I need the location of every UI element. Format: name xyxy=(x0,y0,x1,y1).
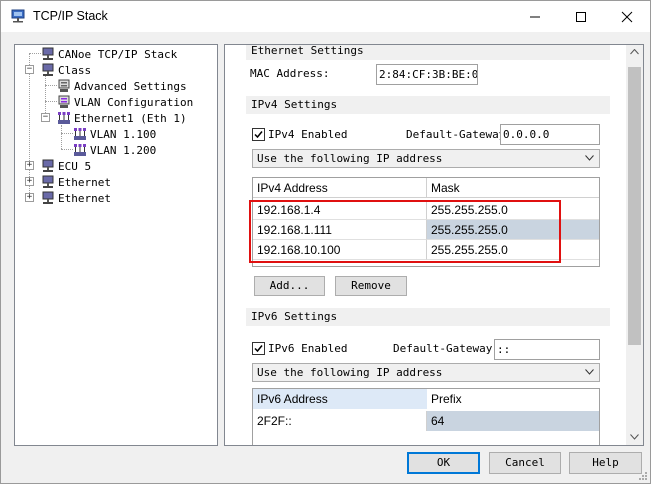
column-header-prefix[interactable]: Prefix xyxy=(427,389,599,409)
table-header-row: IPv6 Address Prefix xyxy=(253,389,599,409)
expand-ethernet-2-icon[interactable]: + xyxy=(25,193,34,202)
prefix-cell[interactable]: 64 xyxy=(427,411,599,431)
settings-icon xyxy=(58,79,70,92)
tree-label: Advanced Settings xyxy=(74,79,187,93)
scrollbar-thumb[interactable] xyxy=(628,67,641,345)
checkmark-icon xyxy=(254,345,263,353)
tree-label: VLAN 1.200 xyxy=(90,143,157,157)
tree-node-vlan-1-200[interactable]: VLAN 1.200 xyxy=(73,142,156,158)
add-button[interactable]: Add... xyxy=(254,276,325,296)
table-row[interactable]: 2F2F:: 64 xyxy=(253,411,599,431)
ethernet-settings-header: Ethernet Settings xyxy=(246,45,610,60)
collapse-class-icon[interactable]: − xyxy=(25,65,34,74)
tree-label: CANoe TCP/IP Stack xyxy=(58,47,178,61)
tree-node-advanced-settings[interactable]: Advanced Settings xyxy=(57,78,187,94)
close-icon xyxy=(621,11,633,22)
mac-address-field[interactable]: 2:84:CF:3B:BE:03 xyxy=(376,64,478,85)
computer-icon xyxy=(42,175,54,188)
highlight-box xyxy=(249,200,561,263)
tree-label: Ethernet1 (Eth 1) xyxy=(74,111,187,125)
ipv6-enabled-checkbox[interactable] xyxy=(252,342,265,355)
ipv6-address-cell[interactable]: 2F2F:: xyxy=(253,411,427,431)
tree-label: ECU 5 xyxy=(58,159,92,173)
computer-icon xyxy=(42,47,54,60)
tree-node-ethernet[interactable]: Ethernet xyxy=(41,174,111,190)
network-app-icon xyxy=(11,9,25,23)
computer-icon xyxy=(42,191,54,204)
column-header-ipv6-address[interactable]: IPv6 Address xyxy=(253,389,427,409)
tree-node-ethernet-2[interactable]: Ethernet xyxy=(41,190,111,206)
ipv4-mode-value: Use the following IP address xyxy=(257,152,443,165)
ok-button[interactable]: OK xyxy=(407,452,480,474)
node-tree[interactable]: − − + + + CANoe TCP/IP Stack Class Advan… xyxy=(14,44,218,446)
checkmark-icon xyxy=(254,131,263,139)
collapse-ethernet1-icon[interactable]: − xyxy=(41,113,50,122)
tree-label: Ethernet xyxy=(58,191,111,205)
tree-node-vlan-configuration[interactable]: VLAN Configuration xyxy=(57,94,193,110)
maximize-button[interactable] xyxy=(558,1,604,32)
ipv6-settings-header: IPv6 Settings xyxy=(246,308,610,326)
title-bar[interactable]: TCP/IP Stack xyxy=(1,1,650,32)
window-title: TCP/IP Stack xyxy=(33,9,108,23)
tree-label: Ethernet xyxy=(58,175,111,189)
tree-label: VLAN Configuration xyxy=(74,95,194,109)
resize-grip-icon[interactable] xyxy=(638,471,648,481)
tcpip-stack-window: TCP/IP Stack − − + + + CANoe TCP/IP Stac… xyxy=(0,0,651,484)
close-button[interactable] xyxy=(604,1,650,32)
ipv6-enabled-label: IPv6 Enabled xyxy=(268,342,348,355)
ipv6-mode-select[interactable]: Use the following IP address xyxy=(252,363,600,382)
expand-ethernet-icon[interactable]: + xyxy=(25,177,34,186)
scroll-down-icon[interactable] xyxy=(630,434,639,440)
expand-ecu5-icon[interactable]: + xyxy=(25,161,34,170)
chevron-down-icon xyxy=(585,369,594,375)
minimize-button[interactable] xyxy=(512,1,558,32)
ipv6-address-table[interactable]: IPv6 Address Prefix 2F2F:: 64 xyxy=(252,388,600,445)
tree-node-class[interactable]: Class xyxy=(41,62,91,78)
ipv4-gateway-field[interactable]: 0.0.0.0 xyxy=(500,124,600,145)
tree-node-ecu5[interactable]: ECU 5 xyxy=(41,158,91,174)
remove-button[interactable]: Remove xyxy=(335,276,407,296)
network-interface-icon xyxy=(58,112,70,124)
cancel-button[interactable]: Cancel xyxy=(489,452,561,474)
tree-label: VLAN 1.100 xyxy=(90,127,157,141)
tree-label: Class xyxy=(58,63,92,77)
ipv6-mode-value: Use the following IP address xyxy=(257,366,443,379)
scroll-up-icon[interactable] xyxy=(630,49,639,55)
computer-icon xyxy=(42,159,54,172)
column-header-ipv4-address[interactable]: IPv4 Address xyxy=(253,178,427,198)
chevron-down-icon xyxy=(585,155,594,161)
ipv4-enabled-checkbox[interactable] xyxy=(252,128,265,141)
ipv6-gateway-field[interactable]: :: xyxy=(494,339,600,360)
minimize-icon xyxy=(530,16,540,17)
tree-node-vlan-1-100[interactable]: VLAN 1.100 xyxy=(73,126,156,142)
vlan-icon xyxy=(74,144,86,156)
ipv4-gateway-label: Default-Gateway xyxy=(406,128,506,141)
tree-node-ethernet1[interactable]: Ethernet1 (Eth 1) xyxy=(57,110,187,126)
maximize-icon xyxy=(576,11,586,22)
vertical-scrollbar[interactable] xyxy=(626,45,643,445)
table-header-row: IPv4 Address Mask xyxy=(253,178,599,198)
ipv6-gateway-label: Default-Gateway: xyxy=(393,342,499,355)
help-button[interactable]: Help xyxy=(569,452,642,474)
vlan-icon xyxy=(74,128,86,140)
vlan-config-icon xyxy=(58,95,70,108)
computer-icon xyxy=(42,63,54,76)
ipv4-enabled-label: IPv4 Enabled xyxy=(268,128,348,141)
mac-address-label: MAC Address: xyxy=(250,67,330,80)
tree-node-canoe-stack[interactable]: CANoe TCP/IP Stack xyxy=(41,46,177,62)
ipv4-settings-header: IPv4 Settings xyxy=(246,96,610,114)
column-header-mask[interactable]: Mask xyxy=(427,178,599,198)
ipv4-mode-select[interactable]: Use the following IP address xyxy=(252,149,600,168)
settings-panel: Ethernet Settings MAC Address: 2:84:CF:3… xyxy=(224,44,644,446)
